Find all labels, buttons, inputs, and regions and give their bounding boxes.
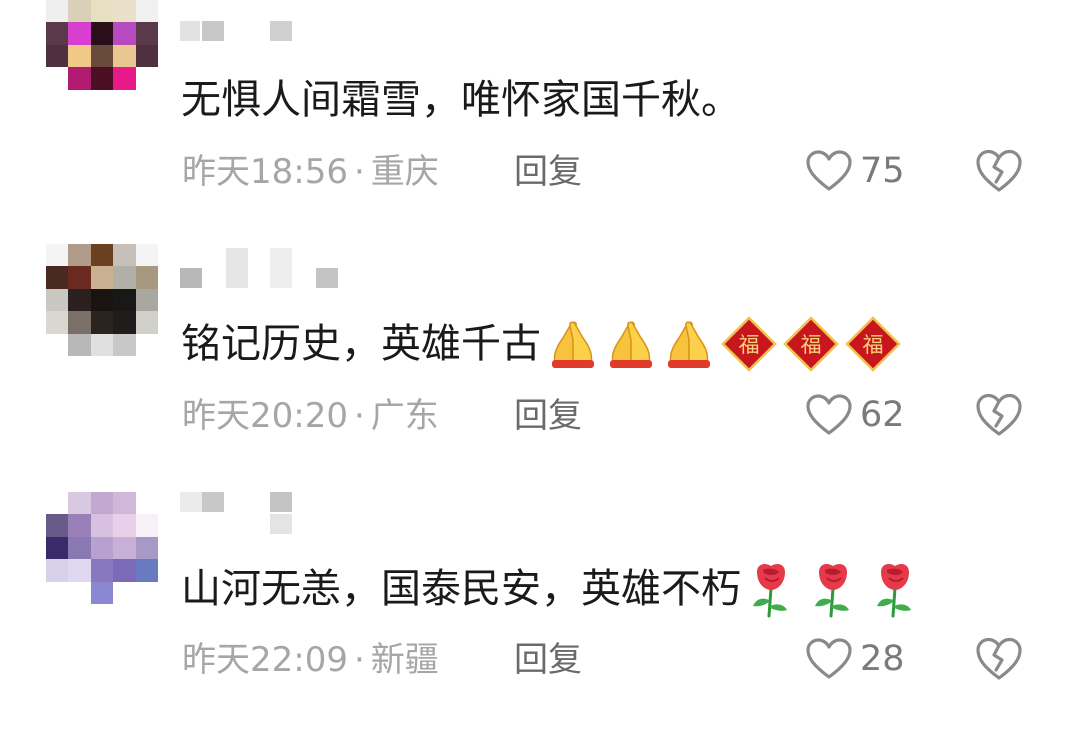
avatar[interactable] [46, 492, 158, 604]
reply-button[interactable]: 回复 [514, 394, 582, 438]
comment-item: 铭记历史，英雄千古 福 福 福 昨天20:20 · 广东 回复 62 [0, 244, 1080, 488]
svg-text:福: 福 [739, 333, 760, 357]
meta-separator: · [353, 640, 365, 680]
comment-text: 铭记历史，英雄千古 福 福 福 [181, 316, 901, 372]
broken-heart-icon[interactable] [975, 392, 1023, 438]
comment-time: 昨天20:20 [182, 396, 348, 436]
reply-button[interactable]: 回复 [514, 150, 582, 194]
broken-heart-icon[interactable] [975, 148, 1023, 194]
folded-hands-emoji [552, 321, 594, 368]
like-count: 75 [860, 151, 905, 191]
avatar[interactable] [46, 0, 158, 112]
rose-emoji [815, 564, 849, 618]
comment-item: 山河无恙，国泰民安，英雄不朽 昨天22:09 · 新疆 回复 28 [0, 488, 1080, 732]
fu-diamond-emoji: 福 [783, 316, 839, 372]
meta-separator: · [353, 396, 365, 436]
heart-icon [806, 394, 852, 435]
fu-diamond-emoji: 福 [721, 316, 777, 372]
comment-location: 新疆 [370, 640, 439, 680]
avatar[interactable] [46, 244, 158, 356]
like-button[interactable]: 28 [806, 634, 905, 684]
rose-emoji [877, 564, 911, 618]
folded-hands-emoji [668, 321, 710, 368]
comment-meta: 昨天20:20 · 广东 [182, 394, 439, 438]
meta-separator: · [353, 152, 365, 192]
comment-time: 昨天18:56 [182, 152, 348, 192]
reply-button[interactable]: 回复 [514, 638, 582, 682]
svg-text:福: 福 [801, 333, 822, 357]
comment-time: 昨天22:09 [182, 640, 348, 680]
comment-meta: 昨天22:09 · 新疆 [182, 638, 439, 682]
username-blurred[interactable] [180, 18, 340, 58]
comment-location: 重庆 [370, 152, 439, 192]
heart-icon [806, 150, 852, 191]
like-count: 28 [860, 639, 905, 679]
username-blurred[interactable] [180, 492, 340, 534]
like-button[interactable]: 75 [806, 146, 905, 196]
fu-diamond-emoji: 福 [845, 316, 901, 372]
comment-text: 山河无恙，国泰民安，英雄不朽 [181, 560, 919, 618]
comment-meta: 昨天18:56 · 重庆 [182, 150, 439, 194]
svg-text:福: 福 [863, 333, 884, 357]
broken-heart-icon[interactable] [975, 636, 1023, 682]
username-blurred[interactable] [180, 248, 340, 288]
heart-icon [806, 638, 852, 679]
rose-emoji [753, 564, 787, 618]
folded-hands-emoji [610, 321, 652, 368]
comment-text: 无惧人间霜雪，唯怀家国千秋。 [181, 77, 741, 123]
comment-location: 广东 [370, 396, 439, 436]
like-count: 62 [860, 395, 905, 435]
like-button[interactable]: 62 [806, 390, 905, 440]
comment-item: 无惧人间霜雪，唯怀家国千秋。 昨天18:56 · 重庆 回复 75 [0, 0, 1080, 244]
